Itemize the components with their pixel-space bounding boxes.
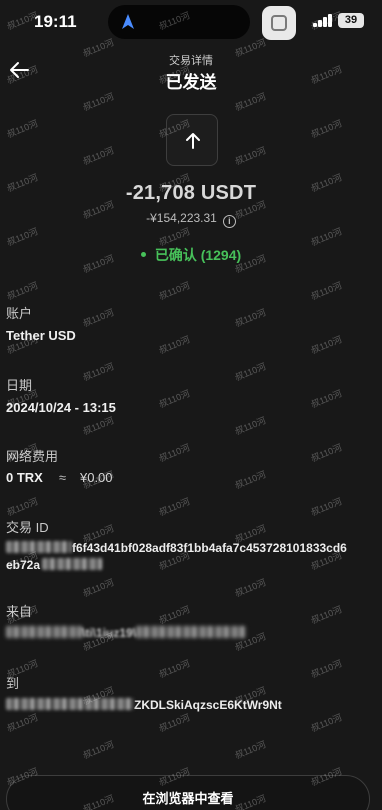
watermark-text: 叔110河 (157, 604, 192, 626)
confirmation-status: 已确认 (1294) (0, 245, 382, 265)
watermark-text: 叔110河 (5, 712, 40, 734)
tx-id-value[interactable]: f6f43d41bf028adf83f1bb4afa7c453728101833… (6, 540, 378, 574)
tx-id-label: 交易 ID (6, 520, 49, 535)
tx-id-part2: eb72a (6, 558, 41, 572)
watermark-text: 叔110河 (157, 334, 192, 356)
signal-icon (313, 14, 332, 27)
redacted-block (6, 541, 72, 553)
date-label: 日期 (6, 378, 33, 393)
watermark-text: 叔110河 (81, 307, 116, 329)
from-address[interactable]: \ti\1iuz19\ (6, 625, 378, 642)
info-icon[interactable]: i (222, 215, 236, 228)
watermark-text: 叔110河 (5, 496, 40, 518)
from-label: 来自 (6, 604, 33, 619)
from-address-visible: \ti\1iuz19\ (82, 626, 137, 640)
watermark-text: 叔110河 (157, 712, 192, 734)
transaction-type-badge (166, 114, 218, 166)
network-fee-row: 0 TRX ≈ ¥0.00 (6, 470, 113, 485)
watermark-text: 叔110河 (309, 280, 344, 302)
account-label: 账户 (6, 306, 33, 321)
watermark-text: 叔110河 (309, 496, 344, 518)
watermark-text: 叔110河 (233, 91, 268, 113)
watermark-text: 叔110河 (81, 145, 116, 167)
account-value: Tether USD (6, 328, 76, 343)
page-subtitle: 交易详情 (169, 55, 213, 67)
app-thumbnail-icon[interactable] (262, 6, 296, 40)
fee-approx-sign: ≈ (58, 470, 66, 485)
watermark-text: 叔110河 (157, 442, 192, 464)
battery-icon: 39 (338, 13, 364, 28)
redacted-block (136, 626, 247, 638)
tx-id-part1: f6f43d41bf028adf83f1bb4afa7c453728101833… (72, 541, 347, 555)
watermark-text: 叔110河 (81, 91, 116, 113)
watermark-text: 叔110河 (81, 415, 116, 437)
dynamic-island[interactable] (108, 5, 250, 39)
watermark-text: 叔110河 (309, 118, 344, 140)
watermark-text: 叔110河 (157, 388, 192, 410)
watermark-text: 叔110河 (309, 658, 344, 680)
to-address-visible: ZKDLSkiAqzscE6KtWr9Nt (134, 698, 282, 712)
watermark-text: 叔110河 (81, 361, 116, 383)
watermark-text: 叔110河 (157, 280, 192, 302)
page-title: 已发送 (165, 73, 217, 92)
fee-amount: 0 TRX (6, 470, 43, 485)
watermark-text: 叔110河 (233, 577, 268, 599)
fiat-value: -¥154,223.31 (146, 211, 217, 225)
date-value: 2024/10/24 - 13:15 (6, 400, 116, 415)
confirmation-text: 已确认 (1294) (154, 247, 242, 263)
view-in-browser-button[interactable]: 在浏览器中查看 (6, 775, 370, 810)
to-address[interactable]: ZKDLSkiAqzscE6KtWr9Nt (6, 697, 378, 714)
navigation-arrow-icon (122, 14, 134, 29)
watermark-text: 叔110河 (5, 118, 40, 140)
watermark-text: 叔110河 (157, 658, 192, 680)
redacted-block (6, 698, 134, 710)
status-dot-icon (140, 252, 146, 257)
arrow-up-icon (186, 133, 200, 149)
watermark-text: 叔110河 (81, 577, 116, 599)
redacted-block (42, 558, 103, 570)
watermark-text: 叔110河 (233, 307, 268, 329)
watermark-text: 叔110河 (233, 739, 268, 761)
watermark-text: 叔110河 (81, 739, 116, 761)
watermark-text: 叔110河 (233, 361, 268, 383)
fiat-value-row: -¥154,223.31 i (0, 211, 382, 228)
watermark-text: 叔110河 (157, 496, 192, 518)
watermark-text: 叔110河 (233, 415, 268, 437)
redacted-block (6, 626, 82, 638)
watermark-text: 叔110河 (233, 469, 268, 491)
watermark-text: 叔110河 (233, 145, 268, 167)
transaction-amount: -21,708 USDT (125, 182, 257, 204)
watermark-text: 叔110河 (309, 442, 344, 464)
watermark-text: 叔110河 (309, 388, 344, 410)
watermark-text: 叔110河 (5, 280, 40, 302)
to-label: 到 (6, 676, 20, 691)
watermark-text: 叔110河 (309, 712, 344, 734)
watermark-text: 叔110河 (309, 334, 344, 356)
watermark-text: 叔110河 (309, 604, 344, 626)
status-time: 19:11 (34, 12, 77, 31)
network-fee-label: 网络费用 (6, 449, 59, 464)
status-bar: 19:11 39 (0, 0, 382, 44)
fee-fiat: ¥0.00 (79, 470, 113, 485)
